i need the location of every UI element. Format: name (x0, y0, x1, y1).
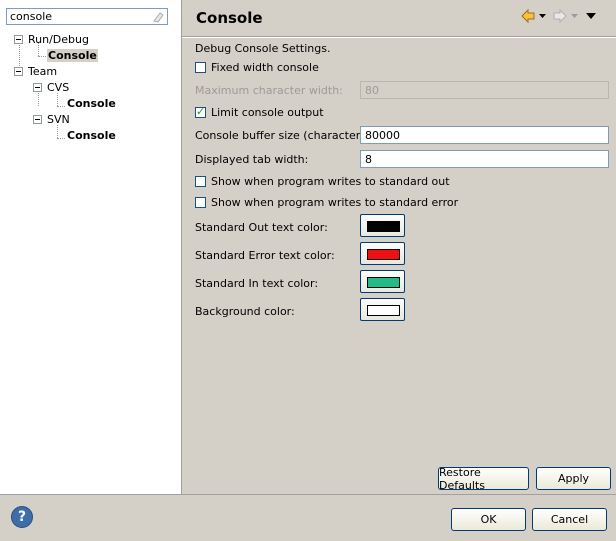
background-color-label: Background color: (195, 305, 295, 318)
page-description: Debug Console Settings. (195, 42, 331, 55)
filter-input-value: console (10, 10, 53, 23)
tree-item-label: Console (67, 97, 116, 110)
history-navigation (520, 8, 596, 24)
limit-output-label: Limit console output (211, 106, 324, 119)
limit-output-checkbox[interactable]: Limit console output (195, 105, 324, 119)
stderr-color-swatch (367, 249, 400, 260)
show-stdout-checkbox[interactable]: Show when program writes to standard out (195, 175, 450, 188)
ok-button[interactable]: OK (451, 508, 526, 531)
max-char-width-label: Maximum character width: (195, 84, 343, 97)
show-stderr-label: Show when program writes to standard err… (211, 196, 459, 209)
collapse-icon[interactable] (33, 115, 42, 124)
tab-width-field[interactable]: 8 (360, 150, 609, 168)
stderr-color-label: Standard Error text color: (195, 249, 335, 262)
tree-item-label: Console (47, 49, 98, 62)
buffer-size-field[interactable]: 80000 (360, 126, 609, 144)
stdout-color-swatch (367, 221, 400, 232)
tree-item-label: CVS (47, 81, 70, 94)
limit-output-checkbox-box[interactable] (195, 105, 206, 118)
collapse-icon[interactable] (14, 67, 23, 76)
stderr-color-button[interactable] (360, 242, 405, 265)
back-arrow-icon[interactable] (520, 8, 536, 24)
view-menu-icon[interactable] (586, 13, 596, 19)
stdout-color-button[interactable] (360, 214, 405, 237)
tree-item-svn-console[interactable]: Console (66, 129, 117, 142)
tree-item-cvs[interactable]: CVS (33, 81, 70, 94)
show-stderr-checkbox[interactable]: Show when program writes to standard err… (195, 196, 458, 209)
preference-page: Console Debug Console Settings. Fixed wi… (182, 0, 616, 494)
forward-arrow-icon[interactable] (552, 8, 568, 24)
page-title: Console (196, 9, 263, 27)
collapse-icon[interactable] (14, 35, 23, 44)
fixed-width-checkbox-box[interactable] (195, 62, 206, 73)
filter-input[interactable]: console (6, 8, 168, 25)
stdin-color-button[interactable] (360, 270, 405, 293)
preference-tree-panel: console Run/Debug Console Team CVS Conso… (0, 0, 182, 494)
background-color-swatch (367, 305, 400, 316)
fixed-width-label: Fixed width console (211, 61, 319, 74)
fixed-width-checkbox[interactable]: Fixed width console (195, 61, 319, 74)
show-stderr-checkbox-box[interactable] (195, 197, 206, 208)
tree-item-label: SVN (47, 113, 70, 126)
tree-item-run-debug-console[interactable]: Console (47, 49, 98, 62)
cancel-button[interactable]: Cancel (532, 508, 607, 531)
tree-item-cvs-console[interactable]: Console (66, 97, 117, 110)
show-stdout-label: Show when program writes to standard out (211, 175, 450, 188)
clear-filter-icon[interactable] (152, 11, 164, 23)
show-stdout-checkbox-box[interactable] (195, 176, 206, 187)
tree-item-label: Run/Debug (28, 33, 89, 46)
back-dropdown-icon[interactable] (539, 14, 546, 18)
tab-width-label: Displayed tab width: (195, 153, 309, 166)
tree-item-run-debug[interactable]: Run/Debug (14, 33, 90, 46)
help-icon[interactable]: ? (11, 506, 33, 528)
apply-button[interactable]: Apply (536, 467, 611, 490)
stdout-color-label: Standard Out text color: (195, 221, 328, 234)
forward-dropdown-icon[interactable] (571, 14, 578, 18)
stdin-color-swatch (367, 277, 400, 288)
max-char-width-field[interactable]: 80 (360, 81, 609, 99)
restore-defaults-button[interactable]: Restore Defaults (438, 466, 529, 492)
buffer-size-label: Console buffer size (characters): (195, 129, 375, 142)
tree-item-svn[interactable]: SVN (33, 113, 71, 126)
collapse-icon[interactable] (33, 83, 42, 92)
background-color-button[interactable] (360, 298, 405, 321)
tree-item-label: Team (28, 65, 58, 78)
stdin-color-label: Standard In text color: (195, 277, 319, 290)
tree-item-label: Console (67, 129, 116, 142)
tree-item-team[interactable]: Team (14, 65, 58, 78)
